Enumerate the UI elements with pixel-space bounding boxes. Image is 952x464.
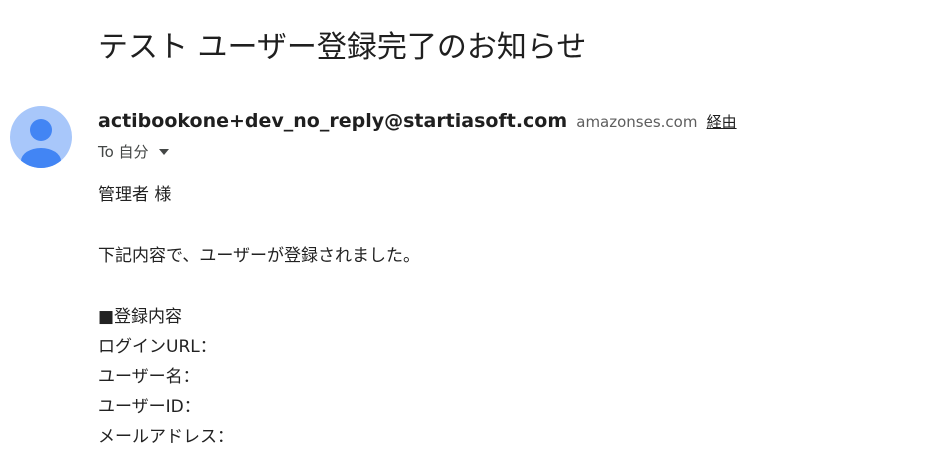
body-field-user-id: ユーザーID： xyxy=(98,397,201,417)
body-field-email-address: メールアドレス： xyxy=(98,427,234,447)
body-field-login-url: ログインURL： xyxy=(98,337,217,357)
sender-line: actibookone+dev_no_reply@startiasoft.com… xyxy=(98,107,737,136)
recipient-label: To 自分 xyxy=(98,143,149,161)
caret-down-icon xyxy=(159,148,170,155)
recipient-details-toggle[interactable]: To 自分 xyxy=(98,140,170,164)
email-subject: テスト ユーザー登録完了のお知らせ xyxy=(98,30,587,65)
body-section-heading: ■登録内容 xyxy=(98,307,183,327)
sender-avatar[interactable] xyxy=(10,106,72,168)
sender-email[interactable]: actibookone+dev_no_reply@startiasoft.com xyxy=(98,110,567,132)
person-avatar-icon xyxy=(21,119,61,168)
body-intro: 下記内容で、ユーザーが登録されました。 xyxy=(98,246,420,266)
body-greeting: 管理者 様 xyxy=(98,185,172,205)
body-field-user-name: ユーザー名： xyxy=(98,367,200,387)
via-domain: amazonses.com xyxy=(576,113,698,131)
via-link[interactable]: 経由 xyxy=(707,113,737,131)
